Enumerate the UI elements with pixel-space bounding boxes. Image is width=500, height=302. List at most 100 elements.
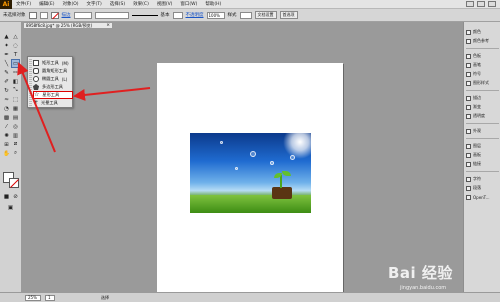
panel-graphic-styles[interactable]: 图形样式 <box>466 79 499 87</box>
maximize-button[interactable] <box>477 1 485 7</box>
layers-icon <box>466 143 471 149</box>
direct-selection-tool-icon[interactable]: △ <box>11 32 20 41</box>
preferences-button[interactable]: 首选项 <box>279 11 298 19</box>
panel-links[interactable]: 链接 <box>466 160 499 168</box>
flyout-item-rounded-rectangle[interactable]: 圆角矩形工具 <box>33 67 73 75</box>
lasso-tool-icon[interactable]: ◌ <box>11 41 20 50</box>
style-dropdown[interactable] <box>239 11 252 19</box>
line-tool-icon[interactable]: ╲ <box>2 59 11 68</box>
flyout-item-star[interactable]: ☆ 星形工具 <box>33 91 73 99</box>
flyout-item-label: 多边形工具 <box>42 84 63 89</box>
zoom-field[interactable]: 25% <box>25 294 41 301</box>
rotate-tool-icon[interactable]: ↻ <box>2 86 11 95</box>
rectangle-tool-icon[interactable]: ▭ <box>11 59 20 68</box>
column-graph-tool-icon[interactable]: ▥ <box>11 131 20 140</box>
variable-width-dropdown[interactable] <box>94 11 129 19</box>
panel-stroke[interactable]: 描边 <box>466 94 499 102</box>
menu-view[interactable]: 视图(V) <box>153 1 177 7</box>
menu-file[interactable]: 文件(F) <box>12 1 35 7</box>
panel-gradient[interactable]: 渐变 <box>466 103 499 111</box>
blend-tool-icon[interactable]: ◎ <box>11 122 20 131</box>
shape-builder-tool-icon[interactable]: ◔ <box>2 104 11 113</box>
flyout-item-flare[interactable]: ✳ 光晕工具 <box>33 99 73 107</box>
scale-tool-icon[interactable]: ⤡ <box>11 86 20 95</box>
document-tab[interactable]: 8958f6c8.jpg* @ 25% (RGB/预览) × <box>23 22 113 29</box>
menu-effect[interactable]: 效果(C) <box>129 1 153 7</box>
magic-wand-tool-icon[interactable]: ✦ <box>2 41 11 50</box>
hand-tool-icon[interactable]: ✋ <box>2 149 11 158</box>
document-setup-button[interactable]: 文档设置 <box>254 11 277 19</box>
panel-layers[interactable]: 图层 <box>466 142 499 150</box>
panel-swatches[interactable]: 色板 <box>466 52 499 60</box>
pencil-tool-icon[interactable]: ✏ <box>11 68 20 77</box>
paintbrush-tool-icon[interactable]: ✎ <box>2 68 11 77</box>
bubble <box>270 161 274 165</box>
close-tab-icon[interactable]: × <box>106 23 110 28</box>
flyout-item-polygon[interactable]: 多边形工具 <box>33 83 73 91</box>
fill-stroke-swatches[interactable] <box>3 172 19 188</box>
menu-edit[interactable]: 编辑(E) <box>35 1 58 7</box>
panel-transparency[interactable]: 透明度 <box>466 112 499 120</box>
slice-tool-icon[interactable]: ⧄ <box>11 140 20 149</box>
panel-character[interactable]: 字符 <box>466 175 499 183</box>
pen-tool-icon[interactable]: ✒ <box>2 50 11 59</box>
panel-paragraph[interactable]: 段落 <box>466 184 499 192</box>
menu-object[interactable]: 对象(O) <box>58 1 82 7</box>
type-tool-icon[interactable]: T <box>11 50 20 59</box>
stroke-weight-field[interactable] <box>73 11 92 19</box>
panel-color[interactable]: 颜色 <box>466 28 499 36</box>
eyedropper-tool-icon[interactable]: ⁄ <box>2 122 11 131</box>
flyout-item-label: 光晕工具 <box>41 100 58 105</box>
artboard-tool-icon[interactable]: ⊞ <box>2 140 11 149</box>
mesh-tool-icon[interactable]: ▩ <box>2 113 11 122</box>
flyout-item-label: 星形工具 <box>42 92 60 97</box>
close-window-button[interactable] <box>488 1 496 7</box>
screen-mode-icon[interactable]: ▣ <box>6 203 15 212</box>
sprout-stem <box>280 175 282 188</box>
opacity-label[interactable]: 不透明度 <box>186 12 204 18</box>
fill-dropdown[interactable] <box>39 11 48 19</box>
panel-artboards[interactable]: 画板 <box>466 151 499 159</box>
panel-color-guide[interactable]: 颜色参考 <box>466 37 499 45</box>
opacity-field[interactable]: 100% <box>206 11 225 19</box>
panel-symbols[interactable]: 符号 <box>466 70 499 78</box>
flyout-item-rectangle[interactable]: 矩形工具 (M) <box>33 59 73 67</box>
panel-brushes[interactable]: 画笔 <box>466 61 499 69</box>
symbols-icon <box>466 71 471 77</box>
selection-tool-icon[interactable]: ▲ <box>2 32 11 41</box>
brush-stroke-preview[interactable] <box>131 14 158 16</box>
star-icon: ☆ <box>34 91 40 98</box>
flyout-item-ellipse[interactable]: 椭圆工具 (L) <box>33 75 73 83</box>
menu-window[interactable]: 窗口(W) <box>176 1 201 7</box>
stroke-color-icon[interactable] <box>9 178 19 188</box>
none-mode-icon[interactable]: ⊘ <box>11 192 20 201</box>
eraser-tool-icon[interactable]: ◧ <box>11 77 20 86</box>
placed-image[interactable] <box>190 133 311 213</box>
panel-opentype[interactable]: OpenT... <box>466 193 499 201</box>
page-field[interactable]: 1 <box>45 294 55 301</box>
stroke-label[interactable]: 描边 <box>62 12 71 18</box>
free-transform-tool-icon[interactable]: ⬚ <box>11 95 20 104</box>
brush-dropdown[interactable] <box>172 11 183 19</box>
minimize-button[interactable] <box>466 1 474 7</box>
color-mode-icon[interactable]: ■ <box>2 192 11 201</box>
panel-appearance[interactable]: 外观 <box>466 127 499 135</box>
symbol-sprayer-tool-icon[interactable]: ✺ <box>2 131 11 140</box>
stroke-swatch[interactable] <box>50 11 59 19</box>
panel-label: 渐变 <box>473 104 481 109</box>
shape-tools-flyout: 矩形工具 (M) 圆角矩形工具 椭圆工具 (L) 多边形工具 ☆ 星形工具 ✳ … <box>27 56 73 108</box>
warp-tool-icon[interactable]: ≈ <box>2 95 11 104</box>
flyout-grip[interactable] <box>29 59 32 106</box>
menu-select[interactable]: 选择(S) <box>106 1 129 7</box>
perspective-grid-tool-icon[interactable]: ▦ <box>11 104 20 113</box>
blob-brush-tool-icon[interactable]: ✐ <box>2 77 11 86</box>
menu-help[interactable]: 帮助(H) <box>201 1 225 7</box>
gradient-tool-icon[interactable]: ▤ <box>11 113 20 122</box>
panel-label: 图形样式 <box>473 80 489 85</box>
menu-type[interactable]: 文字(T) <box>83 1 106 7</box>
panel-label: 外观 <box>473 128 481 133</box>
zoom-tool-icon[interactable]: ⌕ <box>11 149 20 158</box>
swatches-icon <box>466 53 471 59</box>
panel-label: 图层 <box>473 143 481 148</box>
fill-swatch[interactable] <box>28 11 37 19</box>
